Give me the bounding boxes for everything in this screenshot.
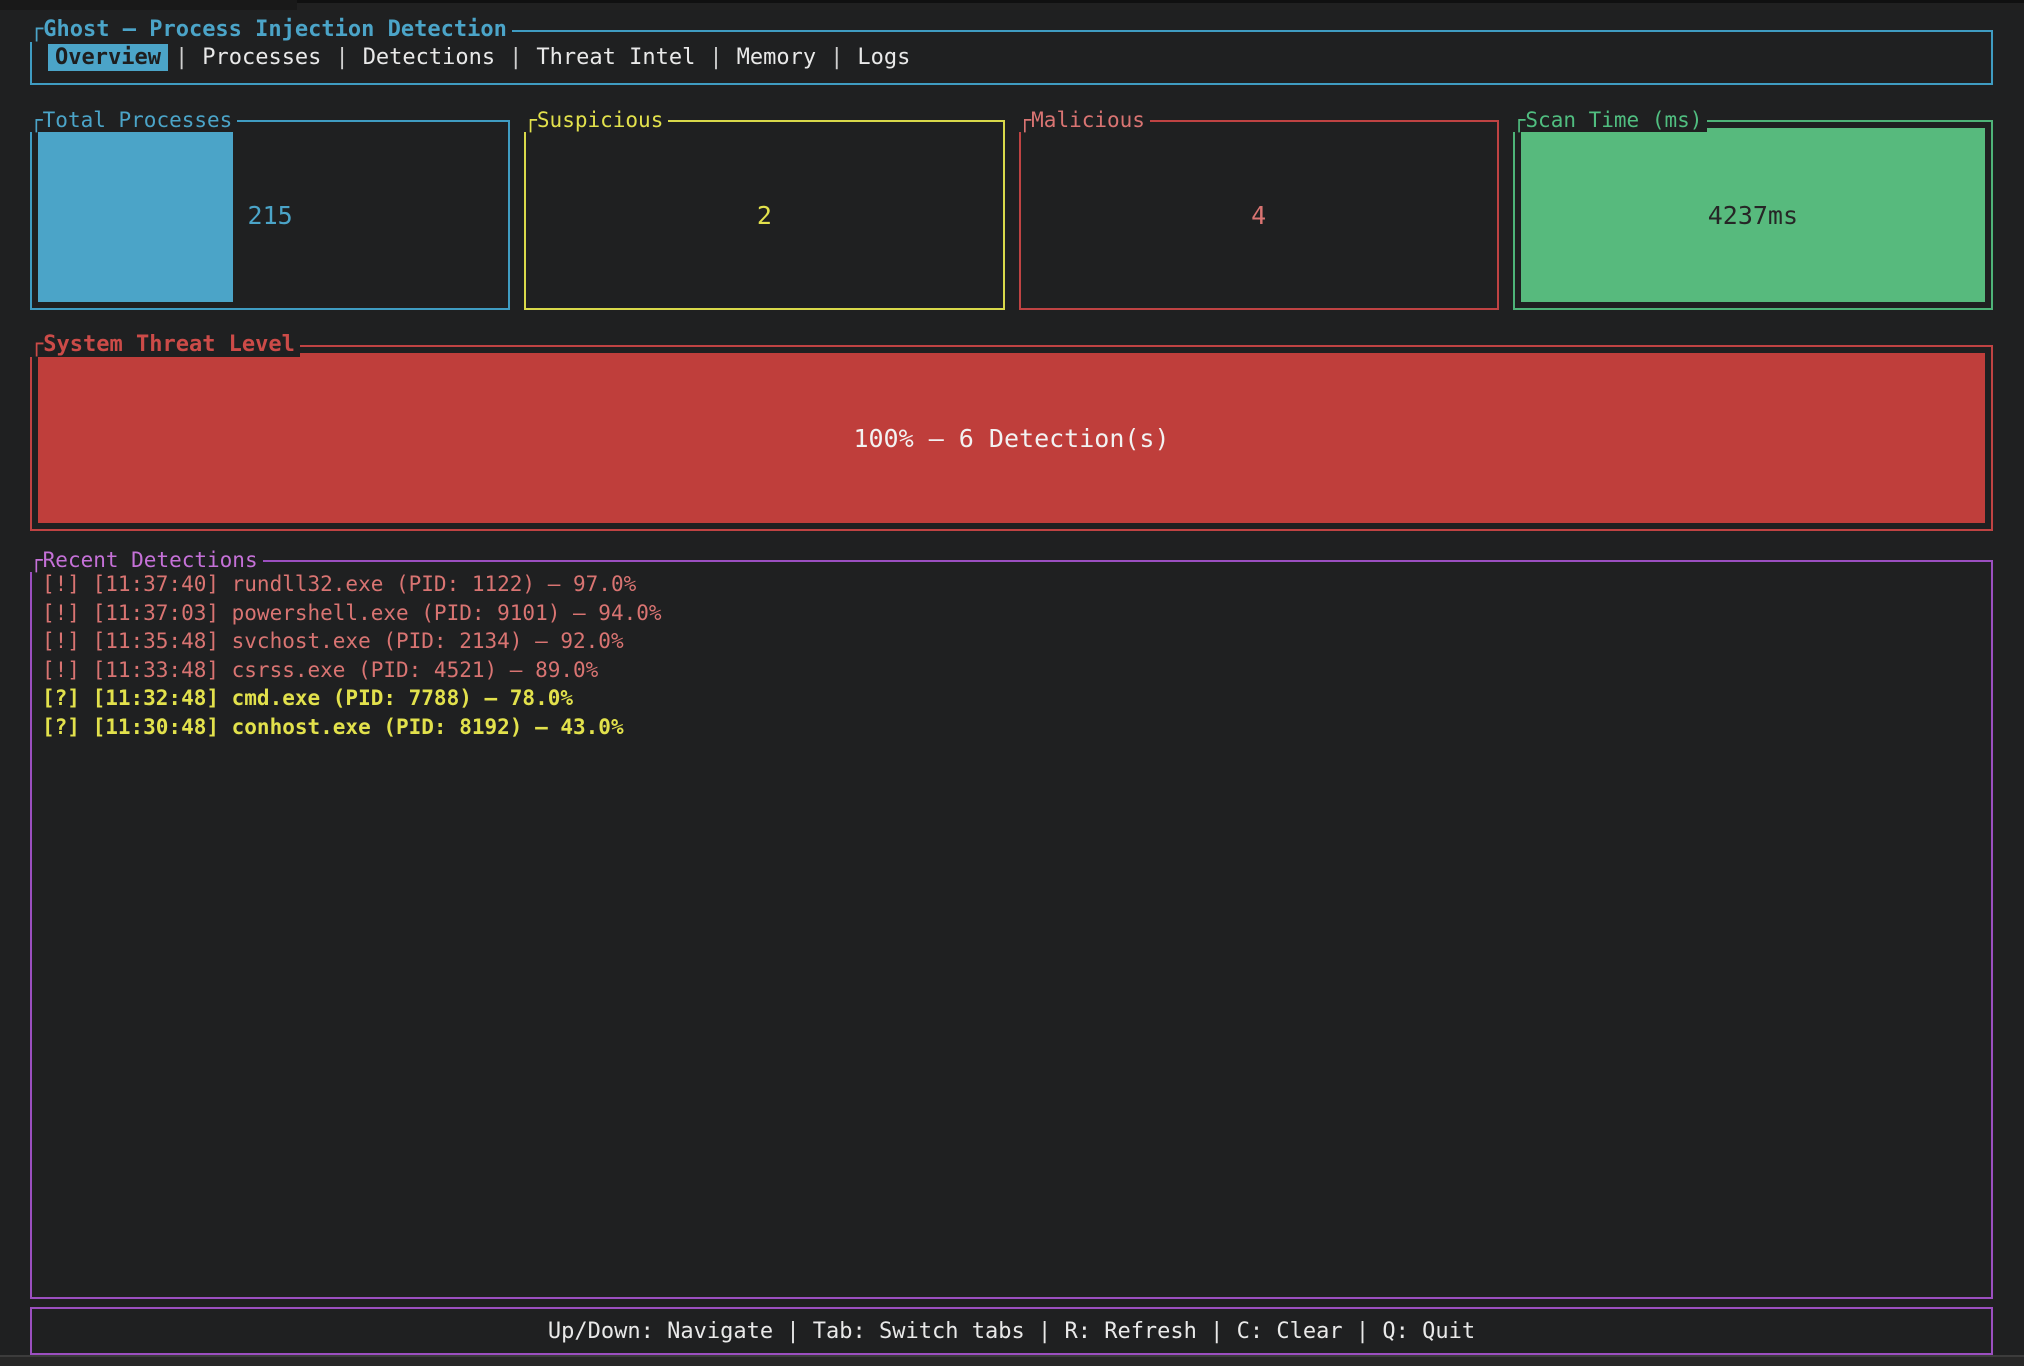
help-text: Up/Down: Navigate | Tab: Switch tabs | R… — [548, 1319, 1475, 1344]
detection-row[interactable]: [!] [11:35:48] svchost.exe (PID: 2134) —… — [42, 627, 1981, 656]
app-root: Ghost — Process Injection Detection Over… — [0, 10, 2024, 1355]
threat-level-label: 100% — 6 Detection(s) — [38, 353, 1985, 523]
suspicious-title: Suspicious — [524, 108, 668, 132]
detection-row[interactable]: [!] [11:37:40] rundll32.exe (PID: 1122) … — [42, 570, 1981, 599]
threat-level-gauge: 100% — 6 Detection(s) — [38, 353, 1985, 523]
tab-overview[interactable]: Overview — [48, 44, 168, 71]
scan-time-title: Scan Time (ms) — [1513, 108, 1708, 132]
tab-separator: | — [328, 45, 355, 70]
tab-detections[interactable]: Detections — [356, 44, 502, 71]
tab-memory[interactable]: Memory — [730, 44, 823, 71]
panel-recent-detections: Recent Detections [!] [11:37:40] rundll3… — [30, 560, 1993, 1299]
scan-time-gauge: 4237ms — [1521, 128, 1985, 302]
scan-time-value: 4237ms — [1521, 128, 1985, 302]
tab-bar: Overview | Processes | Detections | Thre… — [32, 44, 917, 71]
panel-total-processes: Total Processes 215 — [30, 120, 510, 310]
terminal-bottom-edge — [0, 1355, 2024, 1366]
tab-threat-intel[interactable]: Threat Intel — [529, 44, 702, 71]
tab-separator: | — [502, 45, 529, 70]
detection-row[interactable]: [?] [11:30:48] conhost.exe (PID: 8192) —… — [42, 713, 1981, 742]
tab-separator: | — [823, 45, 850, 70]
total-processes-value: 215 — [38, 128, 502, 302]
total-processes-gauge: 215 — [38, 128, 502, 302]
tab-separator: | — [702, 45, 729, 70]
panel-scan-time: Scan Time (ms) 4237ms — [1513, 120, 1993, 310]
terminal-tab-edge — [297, 0, 2024, 10]
panel-malicious: Malicious 4 — [1019, 120, 1499, 310]
suspicious-value: 2 — [757, 201, 772, 230]
tab-separator: | — [168, 45, 195, 70]
terminal-top-edge — [0, 0, 2024, 10]
tab-logs[interactable]: Logs — [850, 44, 917, 71]
malicious-title: Malicious — [1019, 108, 1150, 132]
total-processes-title: Total Processes — [30, 108, 237, 132]
tab-bar-panel: Ghost — Process Injection Detection Over… — [30, 30, 1993, 85]
recent-detections-title: Recent Detections — [30, 548, 263, 572]
malicious-value: 4 — [1251, 201, 1266, 230]
detections-list: [!] [11:37:40] rundll32.exe (PID: 1122) … — [32, 562, 1991, 749]
tab-processes[interactable]: Processes — [195, 44, 328, 71]
panel-suspicious: Suspicious 2 — [524, 120, 1004, 310]
detection-row[interactable]: [!] [11:33:48] csrss.exe (PID: 4521) — 8… — [42, 656, 1981, 685]
threat-level-title: System Threat Level — [30, 333, 300, 357]
stats-row: Total Processes 215 Suspicious 2 Malicio… — [30, 120, 1993, 310]
detection-row[interactable]: [!] [11:37:03] powershell.exe (PID: 9101… — [42, 599, 1981, 628]
app-title: Ghost — Process Injection Detection — [30, 18, 512, 42]
panel-threat-level: System Threat Level 100% — 6 Detection(s… — [30, 345, 1993, 531]
help-bar: Up/Down: Navigate | Tab: Switch tabs | R… — [30, 1307, 1993, 1355]
detection-row[interactable]: [?] [11:32:48] cmd.exe (PID: 7788) — 78.… — [42, 684, 1981, 713]
